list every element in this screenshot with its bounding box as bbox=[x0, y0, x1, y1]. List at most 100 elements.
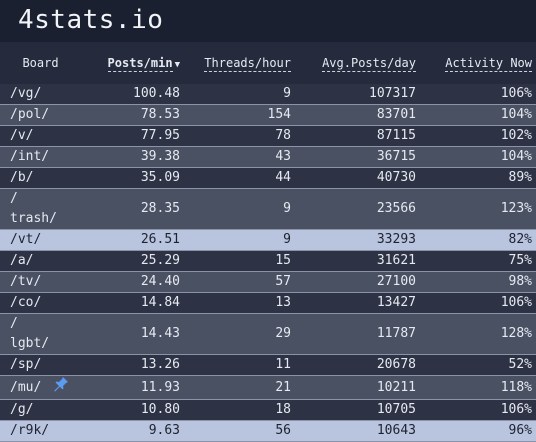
cell-value: 10705 bbox=[376, 402, 416, 417]
board-link[interactable]: /co/ bbox=[10, 295, 41, 310]
board-link[interactable]: / lgbt/ bbox=[10, 316, 49, 351]
board-link[interactable]: /sp/ bbox=[10, 357, 41, 372]
table-row[interactable]: /vt/26.51 9 33293 82% bbox=[0, 229, 536, 251]
board-link[interactable]: / trash/ bbox=[10, 191, 57, 226]
table-row[interactable]: /int/39.38 43 36715 104% bbox=[0, 146, 536, 168]
table-row[interactable]: /v/77.95 78 87115 102% bbox=[0, 125, 536, 147]
board-link[interactable]: /v/ bbox=[10, 128, 33, 143]
board-link[interactable]: /int/ bbox=[10, 149, 49, 164]
cell-board[interactable]: / trash/ bbox=[0, 188, 80, 230]
cell-value: 27100 bbox=[376, 274, 416, 289]
cell-value: 98% bbox=[508, 274, 532, 289]
table-row[interactable]: /b/35.09 44 40730 89% bbox=[0, 167, 536, 189]
table-row[interactable]: / lgbt/14.43 29 11787 128% bbox=[0, 313, 536, 355]
table-row[interactable]: /g/10.80 18 10705 106% bbox=[0, 399, 536, 421]
cell-activity-now: 102% bbox=[420, 125, 536, 147]
cell-avg-posts-day: 33293 bbox=[295, 229, 420, 251]
cell-board[interactable]: /v/ bbox=[0, 125, 80, 147]
cell-posts-min: 28.35 bbox=[80, 188, 184, 230]
cell-activity-now: 98% bbox=[420, 271, 536, 293]
cell-value: 118% bbox=[500, 379, 532, 395]
cell-threads-hour: 9 bbox=[184, 188, 295, 230]
cell-avg-posts-day: 31621 bbox=[295, 250, 420, 272]
cell-board[interactable]: /g/ bbox=[0, 399, 80, 421]
header-avg-posts-day[interactable]: Avg.Posts/day bbox=[295, 42, 420, 84]
cell-value: 102% bbox=[500, 128, 532, 143]
cell-value: 35.09 bbox=[140, 170, 180, 185]
board-link[interactable]: /a/ bbox=[10, 253, 33, 268]
board-link[interactable]: /tv/ bbox=[10, 274, 41, 289]
cell-avg-posts-day: 40730 bbox=[295, 167, 420, 189]
cell-posts-min: 14.43 bbox=[80, 313, 184, 355]
cell-value: 44 bbox=[275, 170, 291, 185]
cell-value: 87115 bbox=[376, 128, 416, 143]
cell-value: 154 bbox=[267, 107, 291, 122]
cell-threads-hour: 21 bbox=[184, 375, 295, 400]
table-row[interactable]: /tv/24.40 57 27100 98% bbox=[0, 271, 536, 293]
header-posts-min-label[interactable]: Posts/min bbox=[107, 56, 173, 72]
cell-value: 21 bbox=[275, 379, 291, 395]
cell-board[interactable]: /a/ bbox=[0, 250, 80, 272]
table-row[interactable]: /pol/78.53 154 83701 104% bbox=[0, 104, 536, 126]
cell-value: 78 bbox=[275, 128, 291, 143]
cell-threads-hour: 15 bbox=[184, 250, 295, 272]
table-row[interactable]: / trash/28.35 9 23566 123% bbox=[0, 188, 536, 230]
cell-activity-now: 104% bbox=[420, 146, 536, 168]
cell-value: 20678 bbox=[376, 357, 416, 372]
cell-value: 10.80 bbox=[140, 402, 180, 417]
cell-posts-min: 25.29 bbox=[80, 250, 184, 272]
cell-board[interactable]: /b/ bbox=[0, 167, 80, 189]
cell-posts-min: 78.53 bbox=[80, 104, 184, 126]
header-activity-now[interactable]: Activity Now bbox=[420, 42, 536, 84]
board-link[interactable]: /g/ bbox=[10, 402, 33, 417]
cell-threads-hour: 44 bbox=[184, 167, 295, 189]
header-threads-hour[interactable]: Threads/hour bbox=[184, 42, 295, 84]
cell-value: 9 bbox=[283, 201, 291, 216]
header-threads-hour-label[interactable]: Threads/hour bbox=[204, 56, 291, 72]
board-link[interactable]: /b/ bbox=[10, 170, 33, 185]
cell-value: 13.26 bbox=[140, 357, 180, 372]
board-link[interactable]: /r9k/ bbox=[10, 423, 49, 438]
table-row[interactable]: /a/25.29 15 31621 75% bbox=[0, 250, 536, 272]
pin-icon[interactable] bbox=[53, 376, 69, 399]
table-row[interactable]: /r9k/9.63 56 10643 96% bbox=[0, 420, 536, 442]
cell-threads-hour: 56 bbox=[184, 420, 295, 442]
cell-posts-min: 24.40 bbox=[80, 271, 184, 293]
cell-threads-hour: 13 bbox=[184, 292, 295, 314]
cell-value: 9.63 bbox=[148, 423, 180, 438]
header-activity-now-label[interactable]: Activity Now bbox=[445, 56, 532, 72]
cell-avg-posts-day: 87115 bbox=[295, 125, 420, 147]
cell-value: 106% bbox=[500, 295, 532, 310]
board-link[interactable]: /vg/ bbox=[10, 86, 41, 101]
table-row[interactable]: /co/14.84 13 13427 106% bbox=[0, 292, 536, 314]
header-posts-min[interactable]: Posts/min ▼ bbox=[80, 42, 184, 84]
cell-value: 36715 bbox=[376, 149, 416, 164]
cell-board[interactable]: /co/ bbox=[0, 292, 80, 314]
header-avg-posts-day-label[interactable]: Avg.Posts/day bbox=[322, 56, 416, 72]
cell-activity-now: 96% bbox=[420, 420, 536, 442]
board-link[interactable]: /pol/ bbox=[10, 107, 49, 122]
cell-value: 31621 bbox=[376, 253, 416, 268]
cell-board[interactable]: /int/ bbox=[0, 146, 80, 168]
cell-board[interactable]: /pol/ bbox=[0, 104, 80, 126]
cell-board[interactable]: / lgbt/ bbox=[0, 313, 80, 355]
cell-threads-hour: 57 bbox=[184, 271, 295, 293]
cell-board[interactable]: /vt/ bbox=[0, 229, 80, 251]
cell-board[interactable]: /mu/ bbox=[0, 375, 80, 400]
board-link[interactable]: /mu/ bbox=[10, 380, 41, 395]
cell-board[interactable]: /sp/ bbox=[0, 354, 80, 376]
cell-board[interactable]: /r9k/ bbox=[0, 420, 80, 442]
cell-value: 104% bbox=[500, 107, 532, 122]
cell-board[interactable]: /vg/ bbox=[0, 84, 80, 105]
cell-board[interactable]: /tv/ bbox=[0, 271, 80, 293]
table-row[interactable]: /sp/13.26 11 20678 52% bbox=[0, 354, 536, 376]
table-row[interactable]: /vg/100.48 9 107317 106% bbox=[0, 84, 536, 105]
cell-avg-posts-day: 10705 bbox=[295, 399, 420, 421]
cell-threads-hour: 11 bbox=[184, 354, 295, 376]
cell-value: 23566 bbox=[376, 201, 416, 216]
board-link[interactable]: /vt/ bbox=[10, 232, 41, 247]
cell-avg-posts-day: 107317 bbox=[295, 84, 420, 105]
table-row[interactable]: /mu/11.93 21 10211 118% bbox=[0, 375, 536, 400]
cell-value: 29 bbox=[275, 326, 291, 341]
cell-threads-hour: 154 bbox=[184, 104, 295, 126]
